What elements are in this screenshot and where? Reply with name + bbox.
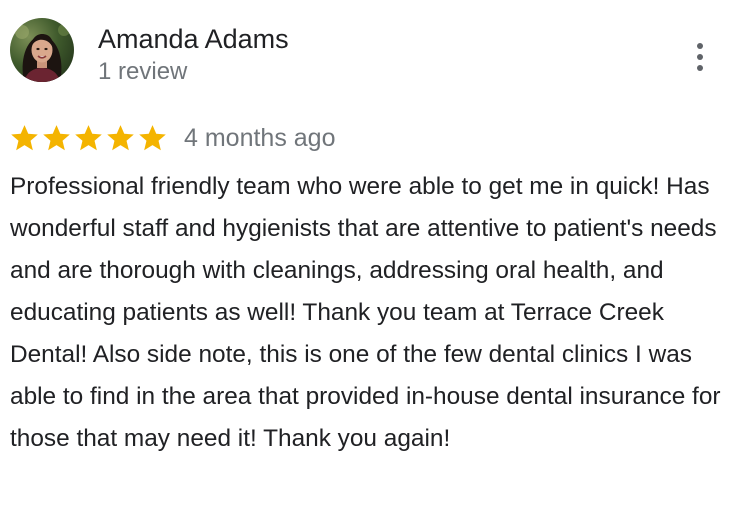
profile-photo (10, 18, 74, 82)
star-icon (42, 124, 71, 152)
avatar[interactable] (10, 18, 74, 82)
review-text: Professional friendly team who were able… (10, 173, 721, 452)
review-card: Amanda Adams 1 review 4 months ago Profe… (0, 0, 750, 518)
review-date: 4 months ago (184, 124, 336, 152)
more-options-button[interactable] (688, 40, 712, 74)
star-icon (74, 124, 103, 152)
star-icon (10, 124, 39, 152)
star-icon (138, 124, 167, 152)
reviewer-review-count[interactable]: 1 review (98, 57, 187, 87)
more-vert-icon (697, 43, 703, 71)
star-icon (106, 124, 135, 152)
star-rating (10, 124, 170, 152)
rating-row: 4 months ago (10, 120, 336, 156)
reviewer-name[interactable]: Amanda Adams (98, 22, 289, 56)
